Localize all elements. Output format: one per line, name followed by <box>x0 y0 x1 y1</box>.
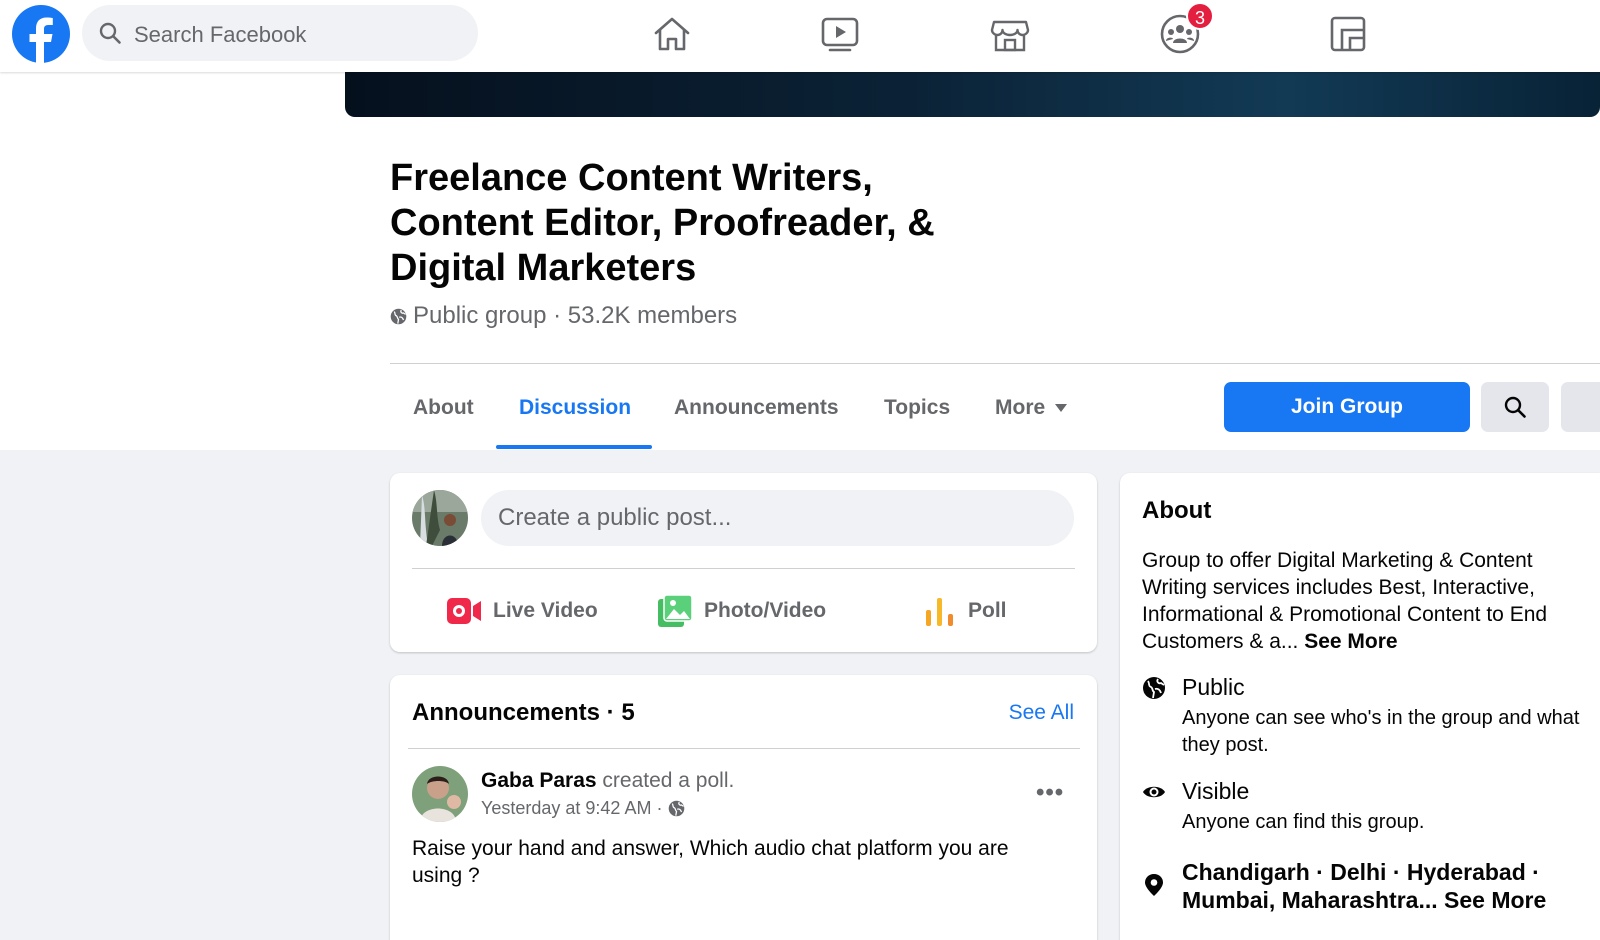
top-navigation-bar: Search Facebook 3 <box>0 0 1600 72</box>
tab-announcements[interactable]: Announcements <box>674 396 839 420</box>
active-tab-indicator <box>496 445 652 449</box>
announcements-divider <box>408 748 1080 749</box>
more-options-button[interactable] <box>1561 382 1600 432</box>
globe-icon <box>390 308 407 324</box>
watch-icon[interactable] <box>818 12 862 56</box>
poll-button[interactable]: Poll <box>924 591 1007 631</box>
see-all-link[interactable]: See All <box>1009 701 1074 725</box>
poster-avatar[interactable] <box>412 766 468 822</box>
search-placeholder: Search Facebook <box>134 22 307 47</box>
tab-more-label: More <box>995 396 1046 419</box>
public-title: Public <box>1182 674 1245 700</box>
tab-more[interactable]: More <box>995 396 1068 420</box>
create-post-input[interactable]: Create a public post... <box>481 490 1074 546</box>
tab-about[interactable]: About <box>413 396 474 420</box>
cover-photo <box>345 72 1600 117</box>
group-title: Freelance Content Writers, Content Edito… <box>390 157 935 289</box>
search-input[interactable]: Search Facebook <box>82 5 478 61</box>
home-icon[interactable] <box>650 12 694 56</box>
notification-badge: 3 <box>1186 2 1214 30</box>
poster-action: created a poll. <box>596 769 735 792</box>
photo-video-button[interactable]: Photo/Video <box>658 591 826 631</box>
public-description: Anyone can see who's in the group and wh… <box>1182 707 1580 756</box>
announcements-title: Announcements · 5 <box>412 699 635 726</box>
gaming-icon[interactable] <box>1326 12 1370 56</box>
about-description: Group to offer Digital Marketing & Conte… <box>1142 547 1582 655</box>
search-icon <box>1504 396 1526 418</box>
tab-discussion[interactable]: Discussion <box>519 396 631 420</box>
group-meta-text: Public group · 53.2K members <box>413 302 738 329</box>
poster-name[interactable]: Gaba Paras <box>481 769 597 792</box>
group-meta: Public group · 53.2K members <box>390 302 737 330</box>
eye-icon <box>1143 786 1165 798</box>
poll-label: Poll <box>968 599 1007 622</box>
post-composer: Create a public post... Live Video Photo… <box>390 473 1097 652</box>
post-timestamp: Yesterday at 9:42 AM · <box>481 798 685 819</box>
poster-line: Gaba Paras created a poll. <box>481 769 734 793</box>
avatar[interactable] <box>412 490 468 546</box>
location-line-2: Mumbai, Maharashtra... See More <box>1182 887 1546 914</box>
location-see-more[interactable]: See More <box>1444 887 1546 913</box>
location-pin-icon <box>1145 874 1163 896</box>
composer-divider <box>412 568 1075 569</box>
group-search-button[interactable] <box>1481 382 1549 432</box>
facebook-logo-icon[interactable] <box>12 5 70 63</box>
location-line-1: Chandigarh · Delhi · Hyderabad · <box>1182 859 1540 885</box>
caret-down-icon <box>1055 404 1068 413</box>
header-divider <box>390 363 1600 364</box>
join-group-button[interactable]: Join Group <box>1224 382 1470 432</box>
announcements-card: Announcements · 5 See All Gaba Paras cre… <box>390 675 1097 940</box>
post-time-text[interactable]: Yesterday at 9:42 AM · <box>481 798 662 819</box>
poll-icon <box>926 598 953 626</box>
visible-description: Anyone can find this group. <box>1182 811 1425 833</box>
group-header: Freelance Content Writers, Content Edito… <box>0 72 1600 450</box>
location-line-2-text: Mumbai, Maharashtra... <box>1182 887 1438 913</box>
globe-icon <box>669 800 685 817</box>
tab-topics[interactable]: Topics <box>884 396 950 420</box>
visible-title: Visible <box>1182 778 1250 804</box>
post-options-icon[interactable]: ••• <box>1036 779 1064 807</box>
about-card: About Group to offer Digital Marketing &… <box>1120 473 1600 940</box>
about-title: About <box>1142 497 1212 524</box>
live-video-button[interactable]: Live Video <box>447 591 598 631</box>
live-video-icon <box>447 598 481 624</box>
see-more-link[interactable]: See More <box>1304 630 1397 653</box>
search-icon <box>99 22 121 44</box>
photo-video-icon <box>658 595 692 627</box>
marketplace-icon[interactable] <box>988 12 1032 56</box>
photo-video-label: Photo/Video <box>704 599 827 622</box>
live-video-label: Live Video <box>493 599 598 622</box>
globe-icon <box>1143 677 1165 699</box>
post-text: Raise your hand and answer, Which audio … <box>412 837 1009 887</box>
